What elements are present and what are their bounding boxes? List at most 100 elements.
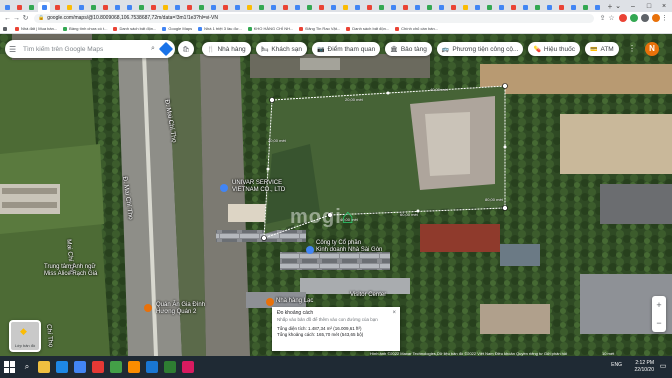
maximize-icon[interactable]: □	[641, 0, 657, 12]
place-name[interactable]: Công ty Cổ phần	[316, 240, 361, 246]
start-button[interactable]	[4, 361, 16, 373]
browser-tab[interactable]	[364, 2, 374, 12]
browser-tab[interactable]	[292, 2, 302, 12]
share-icon[interactable]: ⇪	[598, 14, 607, 23]
place-name[interactable]: Trung tâm Anh ngữ	[44, 264, 96, 270]
browser-tab[interactable]	[532, 2, 542, 12]
extension-icon[interactable]	[619, 14, 627, 22]
browser-tab[interactable]	[64, 2, 74, 12]
bookmark-item[interactable]: Nhà 1 triệt 3 lầu đư...	[198, 26, 242, 31]
layers-button[interactable]: ◆ Lớp bản đồ	[9, 320, 41, 352]
bookmark-item[interactable]: Bảng tính chưa có t...	[63, 26, 107, 31]
browser-tab[interactable]	[172, 2, 182, 12]
browser-tab[interactable]	[268, 2, 278, 12]
taskbar-search-icon[interactable]: ⌕	[22, 362, 32, 372]
taskbar-app-icon[interactable]	[182, 361, 194, 373]
browser-tab[interactable]	[388, 2, 398, 12]
browser-tab[interactable]	[340, 2, 350, 12]
browser-tab[interactable]	[544, 2, 554, 12]
scale-bar[interactable]: 10 mét	[602, 351, 614, 356]
lang-indicator[interactable]: ENG	[611, 362, 622, 368]
browser-tab[interactable]	[316, 2, 326, 12]
notification-icon[interactable]: ▭	[658, 362, 668, 372]
restaurant-pin-icon[interactable]	[266, 298, 274, 306]
browser-tab[interactable]	[244, 2, 254, 12]
taskbar-app-icon[interactable]	[110, 361, 122, 373]
zoom-out-button[interactable]: −	[652, 314, 666, 332]
browser-tab[interactable]	[232, 2, 242, 12]
browser-tab[interactable]	[376, 2, 386, 12]
browser-tab[interactable]	[556, 2, 566, 12]
travel-mode-icon[interactable]: 🛍	[178, 41, 194, 57]
browser-tab[interactable]	[256, 2, 266, 12]
forward-icon[interactable]: →	[12, 14, 21, 23]
url-field[interactable]: 🔒 google.com/maps/@10.8009068,106.753868…	[34, 13, 594, 23]
hamburger-menu-icon[interactable]: ☰	[9, 45, 19, 54]
profile-icon[interactable]	[652, 14, 660, 22]
browser-tab[interactable]	[136, 2, 146, 12]
browser-tab[interactable]	[52, 2, 62, 12]
chip-atm[interactable]: 💳 ATM	[585, 42, 619, 56]
place-name[interactable]: Nhà hàng Lạc	[276, 298, 313, 304]
browser-tab[interactable]	[352, 2, 362, 12]
browser-tab[interactable]	[520, 2, 530, 12]
place-name[interactable]: Visitor Center	[350, 292, 386, 298]
browser-tab[interactable]	[196, 2, 206, 12]
browser-tab[interactable]	[448, 2, 458, 12]
browser-tab[interactable]	[436, 2, 446, 12]
search-icon[interactable]: ⌕	[148, 45, 158, 53]
google-apps-icon[interactable]: ⋮	[627, 44, 637, 54]
place-pin-icon[interactable]	[306, 246, 314, 254]
browser-tab[interactable]	[208, 2, 218, 12]
browser-tab[interactable]	[220, 2, 230, 12]
chip-museum[interactable]: 🏛 Bảo tàng	[385, 42, 432, 56]
place-name[interactable]: Quán Ăn Gia Đình	[156, 302, 205, 308]
taskbar-app-icon[interactable]	[56, 361, 68, 373]
chip-restaurant[interactable]: 🍴 Nhà hàng	[202, 42, 251, 56]
extensions-puzzle-icon[interactable]	[641, 14, 649, 22]
taskbar-app-icon[interactable]	[92, 361, 104, 373]
browser-tab[interactable]	[2, 2, 12, 12]
browser-tab[interactable]	[14, 2, 24, 12]
browser-tab[interactable]	[484, 2, 494, 12]
browser-tab[interactable]	[580, 2, 590, 12]
search-input[interactable]	[23, 45, 148, 53]
browser-tab[interactable]	[148, 2, 158, 12]
avatar[interactable]: N	[645, 42, 659, 56]
close-icon[interactable]: ×	[392, 310, 396, 316]
clock[interactable]: 2:12 PM 22/10/20	[635, 360, 654, 374]
close-window-icon[interactable]: ×	[656, 0, 672, 12]
reload-icon[interactable]: ↻	[21, 14, 30, 23]
taskbar-app-icon[interactable]	[38, 361, 50, 373]
directions-icon[interactable]	[158, 41, 174, 57]
map-attribution[interactable]: Hình ảnh ©2022 Maxar Technologies,Dữ liệ…	[370, 351, 567, 357]
browser-tab[interactable]	[568, 2, 578, 12]
bookmark-item[interactable]: Chính chủ cần bán...	[395, 26, 438, 31]
bookmark-item[interactable]: Google Maps	[162, 26, 192, 31]
browser-tab[interactable]	[124, 2, 134, 12]
taskbar-app-icon[interactable]	[146, 361, 158, 373]
bookmark-item[interactable]: Danh sách bất độn...	[346, 26, 389, 31]
browser-menu-icon[interactable]: ⋮	[660, 14, 669, 23]
browser-tab[interactable]	[460, 2, 470, 12]
zoom-in-button[interactable]: +	[652, 296, 666, 314]
bookmark-item[interactable]: Danh sách bất độn...	[113, 26, 156, 31]
minimize-icon[interactable]: –	[625, 0, 641, 12]
browser-tab[interactable]	[496, 2, 506, 12]
browser-tab[interactable]	[26, 2, 36, 12]
chip-transit[interactable]: 🚌 Phương tiện công cộ...	[436, 42, 524, 56]
back-icon[interactable]: ←	[3, 14, 12, 23]
taskbar-app-icon[interactable]	[164, 361, 176, 373]
bookmark-item[interactable]: Nhà đất | Mua bán...	[15, 26, 57, 31]
browser-tab[interactable]	[280, 2, 290, 12]
browser-tab[interactable]	[400, 2, 410, 12]
browser-tab[interactable]	[76, 2, 86, 12]
browser-tab[interactable]	[508, 2, 518, 12]
browser-tab[interactable]	[412, 2, 422, 12]
browser-tab[interactable]	[424, 2, 434, 12]
browser-tab[interactable]	[592, 2, 602, 12]
browser-tab[interactable]	[472, 2, 482, 12]
place-name[interactable]: UNIVAR SERVICE	[232, 180, 282, 186]
bookmark-item[interactable]: KHO HÀNG CHÍ NH...	[247, 26, 293, 31]
taskbar-app-icon[interactable]	[128, 361, 140, 373]
